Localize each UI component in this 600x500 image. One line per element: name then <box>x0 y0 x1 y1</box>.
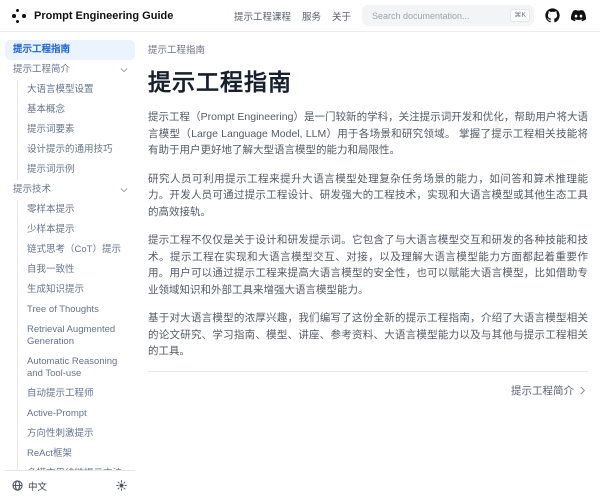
sidebar-item-label: Retrieval Augmented Generation <box>27 324 129 348</box>
search-shortcut-kbd: ⌘K <box>510 9 530 22</box>
search-box[interactable]: ⌘K <box>362 5 534 26</box>
logo[interactable]: Prompt Engineering Guide <box>12 8 173 24</box>
sidebar-item-label: 提示词要素 <box>27 124 75 136</box>
sidebar-item-label: Active-Prompt <box>27 408 87 420</box>
article-paragraph: 研究人员可利用提示工程来提升大语言模型处理复杂任务场景的能力，如问答和算术推理能… <box>148 171 588 221</box>
chevron-right-icon <box>577 385 588 396</box>
sidebar-item-label: 生成知识提示 <box>27 284 84 296</box>
sidebar-footer: 中文 <box>5 470 135 500</box>
sidebar-item-label: 零样本提示 <box>27 204 75 216</box>
sidebar: 提示工程指南提示工程简介大语言模型设置基本概念提示词要素设计提示的通用技巧提示词… <box>0 32 140 500</box>
sidebar-item-label: 提示技术 <box>13 184 51 196</box>
sidebar-item[interactable]: 提示词示例 <box>17 160 135 180</box>
sidebar-item[interactable]: 自动提示工程师 <box>17 384 135 404</box>
github-icon[interactable] <box>545 8 560 23</box>
sidebar-item-label: 基本概念 <box>27 104 65 116</box>
discord-icon[interactable] <box>571 8 586 23</box>
article-paragraph: 提示工程不仅仅是关于设计和研发提示词。它包含了与大语言模型交互和研发的各种技能和… <box>148 232 588 298</box>
sidebar-nav: 提示工程指南提示工程简介大语言模型设置基本概念提示词要素设计提示的通用技巧提示词… <box>5 40 135 470</box>
sidebar-item[interactable]: Automatic Reasoning and Tool-use <box>17 352 135 384</box>
sidebar-item[interactable]: Tree of Thoughts <box>17 300 135 320</box>
sidebar-item[interactable]: 方向性刺激提示 <box>17 424 135 444</box>
theme-toggle[interactable] <box>116 480 127 491</box>
search-input[interactable] <box>370 10 506 22</box>
sidebar-item[interactable]: ReAct框架 <box>17 444 135 464</box>
sidebar-item[interactable]: 链式思考（CoT）提示 <box>17 240 135 260</box>
sidebar-item[interactable]: 基本概念 <box>17 100 135 120</box>
chevron-down-icon <box>119 65 129 75</box>
sidebar-item-label: 方向性刺激提示 <box>27 428 94 440</box>
language-label: 中文 <box>28 479 47 493</box>
next-page-label: 提示工程简介 <box>511 383 574 398</box>
sidebar-item[interactable]: Retrieval Augmented Generation <box>17 320 135 352</box>
sidebar-item-label: ReAct框架 <box>27 448 72 460</box>
sidebar-item[interactable]: 提示词要素 <box>17 120 135 140</box>
sidebar-item-label: 提示工程简介 <box>13 64 70 76</box>
sidebar-item-label: 自我一致性 <box>27 264 75 276</box>
article-paragraph: 基于对大语言模型的浓厚兴趣，我们编写了这份全新的提示工程指南，介绍了大语言模型相… <box>148 310 588 360</box>
content-divider <box>148 371 588 372</box>
header-nav-link[interactable]: 提示工程课程 <box>234 9 291 23</box>
sidebar-item-label: Tree of Thoughts <box>27 304 99 316</box>
sidebar-item-label: Automatic Reasoning and Tool-use <box>27 356 129 380</box>
sidebar-item[interactable]: 提示工程简介 <box>5 60 135 80</box>
logo-title: Prompt Engineering Guide <box>34 10 173 22</box>
sidebar-item[interactable]: 生成知识提示 <box>17 280 135 300</box>
header-nav-link[interactable]: 关于 <box>332 9 351 23</box>
header-nav: 提示工程课程服务关于 <box>234 9 351 23</box>
page-title: 提示工程指南 <box>148 63 588 97</box>
sidebar-item[interactable]: 零样本提示 <box>17 200 135 220</box>
article-paragraph: 提示工程（Prompt Engineering）是一门较新的学科，关注提示词开发… <box>148 109 588 159</box>
language-switcher[interactable]: 中文 <box>12 479 47 493</box>
sidebar-item[interactable]: 少样本提示 <box>17 220 135 240</box>
sidebar-item[interactable]: 大语言模型设置 <box>17 80 135 100</box>
page-layout: 提示工程指南提示工程简介大语言模型设置基本概念提示词要素设计提示的通用技巧提示词… <box>0 32 600 500</box>
logo-dots-icon <box>12 8 27 24</box>
header-nav-link[interactable]: 服务 <box>302 9 321 23</box>
breadcrumb: 提示工程指南 <box>148 42 588 56</box>
sidebar-item-label: 提示工程指南 <box>13 44 70 56</box>
sidebar-item-label: 少样本提示 <box>27 224 75 236</box>
sidebar-item[interactable]: 自我一致性 <box>17 260 135 280</box>
header: Prompt Engineering Guide 提示工程课程服务关于 ⌘K <box>0 0 600 32</box>
sidebar-item-label: 提示词示例 <box>27 164 75 176</box>
sidebar-item[interactable]: 提示工程指南 <box>5 40 135 60</box>
sidebar-item[interactable]: Active-Prompt <box>17 404 135 424</box>
pagination-row: 提示工程简介 <box>148 383 588 398</box>
sun-icon <box>116 480 127 491</box>
chevron-down-icon <box>119 185 129 195</box>
sidebar-item-label: 大语言模型设置 <box>27 84 94 96</box>
sidebar-item[interactable]: 提示技术 <box>5 180 135 200</box>
article-paragraphs: 提示工程（Prompt Engineering）是一门较新的学科，关注提示词开发… <box>148 109 588 360</box>
next-page-link[interactable]: 提示工程简介 <box>511 383 588 398</box>
sidebar-item[interactable]: 设计提示的通用技巧 <box>17 140 135 160</box>
globe-icon <box>12 480 23 491</box>
main-content: 提示工程指南 提示工程指南 提示工程（Prompt Engineering）是一… <box>140 32 600 500</box>
header-right: 提示工程课程服务关于 ⌘K <box>234 5 586 26</box>
sidebar-item-label: 设计提示的通用技巧 <box>27 144 113 156</box>
sidebar-item-label: 链式思考（CoT）提示 <box>27 244 121 256</box>
sidebar-item-label: 自动提示工程师 <box>27 388 94 400</box>
